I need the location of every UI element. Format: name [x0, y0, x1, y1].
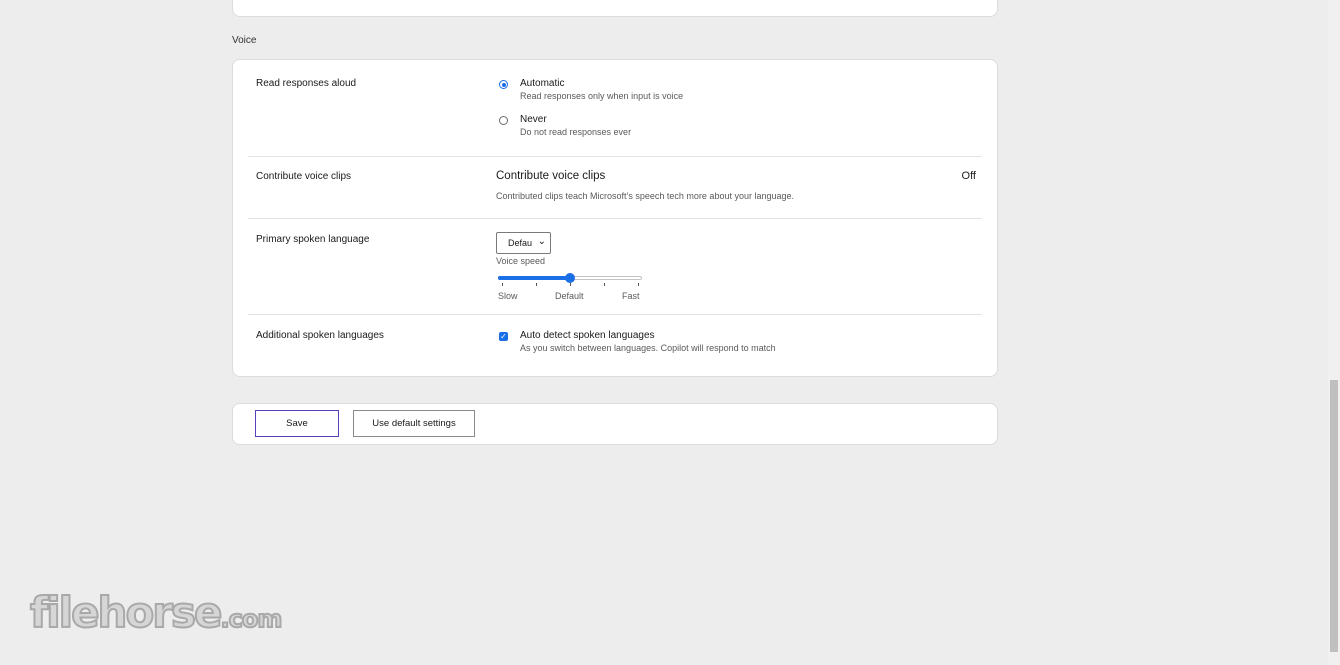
- section-title-voice: Voice: [232, 35, 257, 46]
- contribute-toggle-state[interactable]: Off: [962, 170, 976, 182]
- voice-speed-slider[interactable]: [498, 272, 642, 286]
- slider-thumb[interactable]: [565, 273, 575, 283]
- scrollbar-thumb[interactable]: [1330, 380, 1338, 652]
- slider-label-default: Default: [555, 291, 584, 301]
- auto-detect-desc: As you switch between languages. Copilot…: [520, 343, 776, 353]
- primary-language-label: Primary spoken language: [256, 234, 370, 245]
- settings-page: Voice Read responses aloud Automatic Rea…: [0, 0, 1340, 665]
- watermark-text: filehorse: [29, 587, 224, 638]
- primary-language-select[interactable]: Default ⌄: [496, 232, 551, 254]
- slider-tick: [502, 283, 503, 286]
- slider-label-slow: Slow: [498, 291, 518, 301]
- contribute-title: Contribute voice clips: [496, 170, 606, 182]
- radio-button-never[interactable]: [499, 116, 508, 125]
- auto-detect-title: Auto detect spoken languages: [520, 330, 655, 341]
- chevron-down-icon: ⌄: [537, 236, 546, 247]
- contribute-voice-clips-row: Contribute voice clips Contribute voice …: [248, 156, 982, 219]
- slider-tick: [604, 283, 605, 286]
- voice-settings-card: Read responses aloud Automatic Read resp…: [232, 59, 998, 377]
- primary-language-row: Primary spoken language Default ⌄ Voice …: [248, 218, 982, 315]
- save-button[interactable]: Save: [255, 410, 339, 437]
- slider-tick: [570, 283, 571, 286]
- watermark-suffix: .com: [220, 604, 284, 634]
- checkbox-checked-icon[interactable]: ✓: [499, 332, 508, 341]
- additional-languages-row: Additional spoken languages ✓ Auto detec…: [248, 314, 982, 376]
- primary-language-value: Default: [508, 238, 532, 248]
- additional-languages-label: Additional spoken languages: [256, 330, 384, 341]
- vertical-scrollbar[interactable]: [1328, 0, 1340, 665]
- slider-fill: [498, 276, 570, 280]
- actions-card: Save Use default settings: [232, 403, 998, 445]
- contribute-label: Contribute voice clips: [256, 171, 352, 182]
- radio-option-title: Never: [520, 114, 547, 125]
- contribute-desc: Contributed clips teach Microsoft’s spee…: [496, 191, 795, 201]
- radio-button-automatic[interactable]: [499, 80, 508, 89]
- read-responses-row: Read responses aloud Automatic Read resp…: [248, 60, 982, 157]
- previous-settings-card: [232, 0, 998, 17]
- slider-label-fast: Fast: [622, 291, 640, 301]
- radio-option-title: Automatic: [520, 78, 565, 89]
- slider-tick: [536, 283, 537, 286]
- use-default-settings-button[interactable]: Use default settings: [353, 410, 475, 437]
- read-responses-label: Read responses aloud: [256, 78, 357, 89]
- voice-speed-label: Voice speed: [496, 256, 546, 266]
- radio-option-desc: Read responses only when input is voice: [520, 91, 684, 101]
- slider-tick: [638, 283, 639, 286]
- radio-option-desc: Do not read responses ever: [520, 127, 632, 137]
- filehorse-watermark-logo: filehorse.com: [29, 587, 284, 638]
